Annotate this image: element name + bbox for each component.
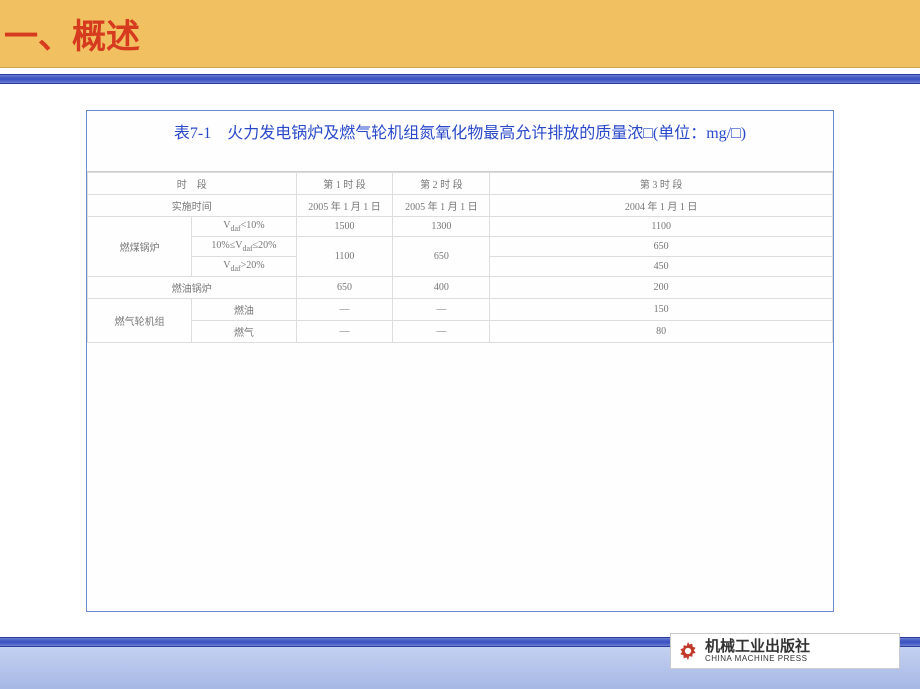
cell-coal-r23-p2: 650 [393,237,490,277]
cell-gt-gas-p2: — [393,321,490,343]
cell-gt-gas-p3: 80 [490,321,833,343]
cell-coal-r23-p1: 1100 [296,237,393,277]
publisher-cn: 机械工业出版社 [705,639,810,655]
cell-oil-label: 燃油锅炉 [88,277,297,299]
cell-oil-p2: 400 [393,277,490,299]
publisher-en: CHINA MACHINE PRESS [705,655,810,663]
cell-gt-gas-p1: — [296,321,393,343]
table-row: 燃油锅炉 650 400 200 [88,277,833,299]
cell-coal-r1-cond: Vdaf<10% [192,217,296,237]
cell-p3: 第 3 时 段 [490,173,833,195]
table-container: 表7-1 火力发电锅炉及燃气轮机组氮氧化物最高允许排放的质量浓□(单位：mg/□… [86,110,834,612]
cell-coal-r2-cond: 10%≤Vdaf≤20% [192,237,296,257]
page-title: 一、概述 [4,9,140,58]
table-row: 10%≤Vdaf≤20% 1100 650 650 [88,237,833,257]
cell-coal-label: 燃煤锅炉 [88,217,192,277]
cell-coal-r3-cond: Vdaf>20% [192,257,296,277]
cell-gt-oil-label: 燃油 [192,299,296,321]
table-row: 燃煤锅炉 Vdaf<10% 1500 1300 1100 [88,217,833,237]
cell-coal-r1-p1: 1500 [296,217,393,237]
cell-p1: 第 1 时 段 [296,173,393,195]
publisher-text: 机械工业出版社 CHINA MACHINE PRESS [705,639,810,663]
content-area: 表7-1 火力发电锅炉及燃气轮机组氮氧化物最高允许排放的质量浓□(单位：mg/□… [0,84,920,624]
cell-oil-p1: 650 [296,277,393,299]
cell-coal-r2-p3: 650 [490,237,833,257]
emission-table: 时 段 第 1 时 段 第 2 时 段 第 3 时 段 实施时间 2005 年 … [87,172,833,343]
cell-gt-oil-p3: 150 [490,299,833,321]
table-row: 燃气轮机组 燃油 — — 150 [88,299,833,321]
cell-gasturbine-label: 燃气轮机组 [88,299,192,343]
cell-impl-p2: 2005 年 1 月 1 日 [393,195,490,217]
footer-band: 机械工业出版社 CHINA MACHINE PRESS [0,647,920,689]
cell-p2: 第 2 时 段 [393,173,490,195]
cell-gt-oil-p2: — [393,299,490,321]
title-bar: 一、概述 [0,0,920,68]
table-caption: 表7-1 火力发电锅炉及燃气轮机组氮氧化物最高允许排放的质量浓□(单位：mg/□… [87,111,833,172]
cell-oil-p3: 200 [490,277,833,299]
table-row: 实施时间 2005 年 1 月 1 日 2005 年 1 月 1 日 2004 … [88,195,833,217]
cell-period-label: 时 段 [88,173,297,195]
table-row: 时 段 第 1 时 段 第 2 时 段 第 3 时 段 [88,173,833,195]
cell-coal-r1-p2: 1300 [393,217,490,237]
table-row: 燃气 — — 80 [88,321,833,343]
slide: 一、概述 表7-1 火力发电锅炉及燃气轮机组氮氧化物最高允许排放的质量浓□(单位… [0,0,920,689]
cell-gt-oil-p1: — [296,299,393,321]
cell-impl-p1: 2005 年 1 月 1 日 [296,195,393,217]
cell-coal-r1-p3: 1100 [490,217,833,237]
cell-impl-p3: 2004 年 1 月 1 日 [490,195,833,217]
divider-top [0,74,920,84]
cell-coal-r3-p3: 450 [490,257,833,277]
gear-icon [677,640,699,662]
cell-impl-label: 实施时间 [88,195,297,217]
publisher-plate: 机械工业出版社 CHINA MACHINE PRESS [670,633,900,669]
cell-gt-gas-label: 燃气 [192,321,296,343]
